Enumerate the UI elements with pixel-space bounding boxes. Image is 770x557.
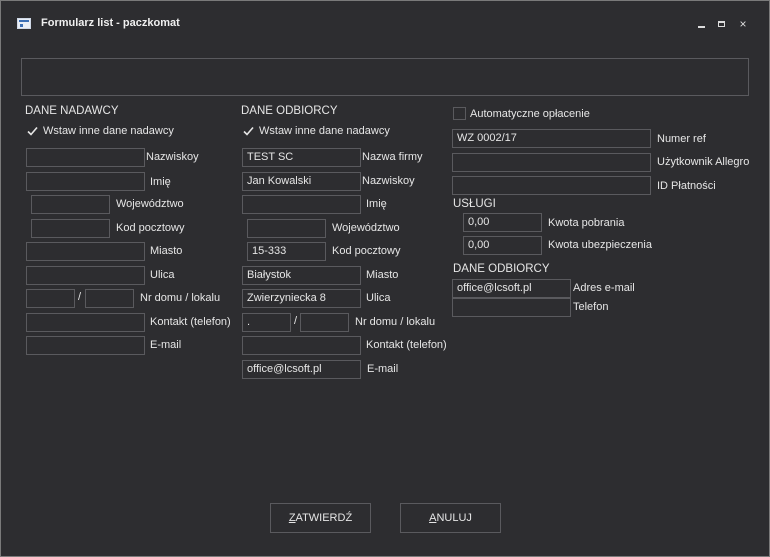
recipient-postal-code-label: Kod pocztowy <box>332 245 401 257</box>
recipient-street-input[interactable]: Zwierzyniecka 8 <box>242 289 361 308</box>
recipient-city-input[interactable]: Białystok <box>242 266 361 285</box>
recipient-postal-code-input[interactable]: 15-333 <box>247 242 326 261</box>
auto-payment-label: Automatyczne opłacenie <box>470 108 590 120</box>
sender-email-label: E-mail <box>150 339 182 351</box>
recipient-surname-label: Nazwiskoy <box>362 175 415 187</box>
sender-surname-input[interactable] <box>26 148 145 167</box>
ref-number-input[interactable]: WZ 0002/17 <box>452 129 651 148</box>
minimize-icon[interactable] <box>695 17 709 31</box>
cancel-button[interactable]: ANULUJ <box>400 503 501 533</box>
sender-postal-code-input[interactable] <box>31 219 110 238</box>
sender-city-input[interactable] <box>26 242 145 261</box>
recipient-house-number-label: Nr domu / lokalu <box>355 316 436 328</box>
recipient-other-data-checkbox[interactable] <box>242 125 255 138</box>
services-header: USŁUGI <box>453 198 496 210</box>
confirm-mnemonic: Z <box>288 512 296 524</box>
ref-number-label: Numer ref <box>657 133 706 145</box>
confirm-button[interactable]: ZATWIERDŹ <box>270 503 371 533</box>
recipient-email-address-label: Adres e-mail <box>573 282 635 294</box>
recipient-surname-input[interactable]: Jan Kowalski <box>242 172 361 191</box>
maximize-icon[interactable] <box>715 17 729 31</box>
recipient-phone-input[interactable] <box>242 336 361 355</box>
allegro-user-input[interactable] <box>452 153 651 172</box>
confirm-label: ATWIERDŹ <box>295 512 353 524</box>
recipient-phone-label: Kontakt (telefon) <box>366 339 447 351</box>
recipient-email-label: E-mail <box>367 363 399 375</box>
sender-street-label: Ulica <box>150 269 175 281</box>
recipient-first-name-label: Imię <box>366 198 387 210</box>
recipient-company-input[interactable]: TEST SC <box>242 148 361 167</box>
recipient-province-label: Województwo <box>332 222 400 234</box>
payment-id-label: ID Płatności <box>657 180 716 192</box>
auto-payment-checkbox[interactable] <box>453 107 466 120</box>
app-form-icon <box>17 18 31 29</box>
sender-phone-label: Kontakt (telefon) <box>150 316 231 328</box>
right-recipient-header: DANE ODBIORCY <box>453 263 550 275</box>
insurance-amount-label: Kwota ubezpieczenia <box>548 239 652 251</box>
sender-province-label: Województwo <box>116 198 184 210</box>
window-title: Formularz list - paczkomat <box>41 17 180 29</box>
recipient-house-number-separator: / <box>294 315 298 327</box>
close-icon[interactable]: × <box>736 17 750 31</box>
recipient-first-name-input[interactable] <box>242 195 361 214</box>
recipient-house-number-input[interactable]: . <box>242 313 291 332</box>
sender-other-data-label: Wstaw inne dane nadawcy <box>43 125 174 137</box>
sender-house-number-label: Nr domu / lokalu <box>140 292 221 304</box>
title-bar[interactable]: Formularz list - paczkomat × <box>1 1 769 41</box>
sender-surname-label: Nazwiskoy <box>146 151 199 163</box>
recipient-telephone-label: Telefon <box>573 301 609 313</box>
sender-first-name-label: Imię <box>150 176 171 188</box>
sender-postal-code-label: Kod pocztowy <box>116 222 185 234</box>
checkmark-icon <box>27 126 38 136</box>
sender-street-input[interactable] <box>26 266 145 285</box>
recipient-header: DANE ODBIORCY <box>241 105 338 117</box>
cod-amount-label: Kwota pobrania <box>548 217 625 229</box>
notes-textarea[interactable] <box>21 58 749 96</box>
recipient-flat-number-input[interactable] <box>300 313 349 332</box>
recipient-email-address-input[interactable]: office@lcsoft.pl <box>452 279 571 298</box>
recipient-other-data-label: Wstaw inne dane nadawcy <box>259 125 390 137</box>
recipient-telephone-input[interactable] <box>452 298 571 317</box>
cancel-label: NULUJ <box>436 512 472 524</box>
insurance-amount-input[interactable]: 0,00 <box>463 236 542 255</box>
payment-id-input[interactable] <box>452 176 651 195</box>
sender-city-label: Miasto <box>150 245 183 257</box>
sender-house-number-input[interactable] <box>26 289 75 308</box>
sender-other-data-checkbox[interactable] <box>26 125 39 138</box>
recipient-street-label: Ulica <box>366 292 391 304</box>
allegro-user-label: Użytkownik Allegro <box>657 156 750 168</box>
recipient-city-label: Miasto <box>366 269 399 281</box>
form-window: Formularz list - paczkomat × DANE NADAWC… <box>0 0 770 557</box>
cod-amount-input[interactable]: 0,00 <box>463 213 542 232</box>
recipient-province-input[interactable] <box>247 219 326 238</box>
sender-email-input[interactable] <box>26 336 145 355</box>
recipient-company-label: Nazwa firmy <box>362 151 423 163</box>
sender-flat-number-input[interactable] <box>85 289 134 308</box>
sender-header: DANE NADAWCY <box>25 105 119 117</box>
recipient-email-input[interactable]: office@lcsoft.pl <box>242 360 361 379</box>
checkmark-icon <box>243 126 254 136</box>
sender-house-number-separator: / <box>78 291 82 303</box>
sender-phone-input[interactable] <box>26 313 145 332</box>
sender-province-input[interactable] <box>31 195 110 214</box>
sender-first-name-input[interactable] <box>26 172 145 191</box>
